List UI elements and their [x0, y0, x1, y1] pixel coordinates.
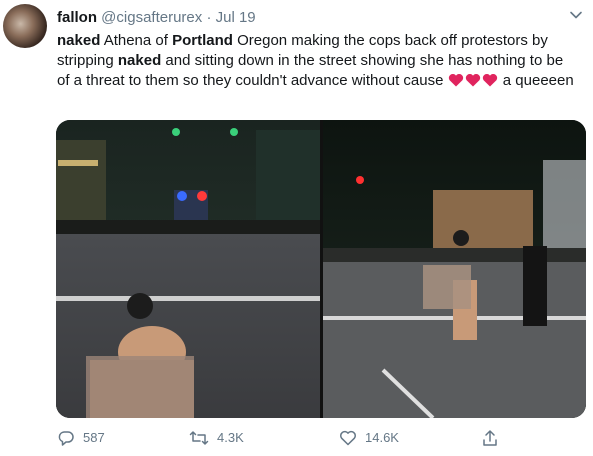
text-part: naked	[57, 32, 101, 49]
retweet-button[interactable]: 4.3K	[189, 428, 244, 448]
tweet-header: fallon @cigsafterurex · Jul 19	[57, 8, 577, 28]
like-button[interactable]: 14.6K	[339, 428, 399, 448]
photo-street-sitting[interactable]	[56, 120, 320, 418]
like-count: 14.6K	[365, 430, 399, 445]
reply-button[interactable]: 587	[57, 428, 105, 448]
text-part: a queeeen	[498, 72, 574, 89]
reply-icon	[58, 431, 74, 446]
separator: ·	[206, 9, 212, 26]
retweet-count: 4.3K	[217, 430, 244, 445]
hearts-emoji	[448, 73, 499, 93]
avatar[interactable]	[3, 4, 47, 48]
share-icon	[483, 430, 497, 446]
heart-icon	[482, 73, 497, 87]
reply-count: 587	[83, 430, 105, 445]
heart-icon	[465, 73, 480, 87]
retweet-icon	[189, 431, 209, 445]
tweet-text: naked Athena of Portland Oregon making t…	[57, 31, 577, 93]
text-part: naked	[117, 52, 162, 69]
tweet-media[interactable]	[56, 120, 586, 418]
share-button[interactable]	[481, 428, 507, 448]
photo-street-standing[interactable]	[323, 120, 586, 418]
tweet-date[interactable]: Jul 19	[216, 9, 256, 26]
heart-icon	[448, 73, 463, 87]
text-part: Athena of	[100, 32, 173, 49]
chevron-down-icon[interactable]	[569, 8, 583, 22]
text-part: Portland	[172, 32, 233, 49]
tweet-actions: 587 4.3K 14.6K	[57, 428, 577, 448]
author-name[interactable]: fallon	[57, 9, 97, 26]
like-icon	[340, 430, 356, 446]
author-handle[interactable]: @cigsafterurex	[101, 9, 202, 26]
tweet-card[interactable]: fallon @cigsafterurex · Jul 19 naked Ath…	[0, 0, 593, 456]
